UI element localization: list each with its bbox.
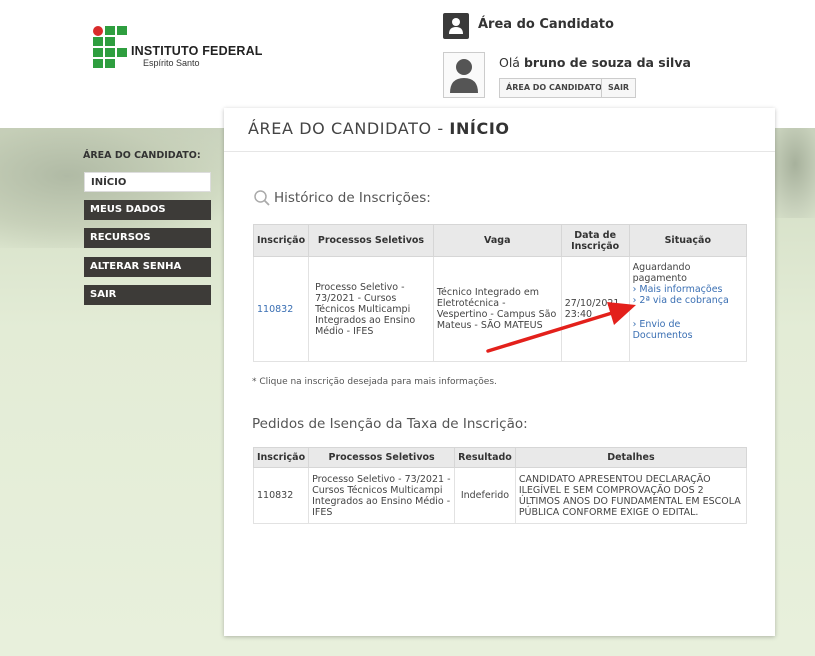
history-header-row: Inscrição Processos Seletivos Vaga Data …: [252, 224, 748, 257]
user-silhouette-icon: [443, 13, 469, 39]
page-title-bold: INÍCIO: [449, 119, 510, 138]
ex-resultado-cell: Indeferido: [454, 467, 516, 524]
envio-documentos-link[interactable]: › Envio de Documentos: [633, 319, 713, 341]
page-title: ÁREA DO CANDIDATO - INÍCIO: [248, 119, 510, 138]
main-panel: ÁREA DO CANDIDATO - INÍCIO Histórico de …: [224, 108, 775, 636]
data-cell: 27/10/2021 23:40: [560, 256, 630, 362]
col-processos: Processos Seletivos: [308, 224, 434, 257]
page-title-prefix: ÁREA DO CANDIDATO -: [248, 119, 450, 138]
avatar-placeholder-icon: [450, 59, 478, 93]
inscricao-link[interactable]: 110832: [252, 256, 310, 362]
search-icon: [254, 190, 270, 206]
user-name: bruno de souza da silva: [523, 55, 691, 70]
segunda-via-link[interactable]: › 2ª via de cobrança: [633, 295, 743, 306]
table-row[interactable]: 110832 Processo Seletivo - 73/2021 - Cur…: [252, 256, 748, 362]
area-candidate-heading: Área do Candidato: [478, 17, 614, 32]
sidebar-item-meus-dados[interactable]: MEUS DADOS: [84, 200, 211, 220]
mais-informacoes-link[interactable]: › Mais informações: [633, 284, 743, 295]
title-divider: [224, 151, 775, 152]
processo-cell: Processo Seletivo - 73/2021 - Cursos Téc…: [308, 256, 434, 362]
col-situacao: Situação: [628, 224, 748, 257]
col-ex-resultado: Resultado: [454, 447, 516, 468]
history-title: Histórico de Inscrições:: [274, 190, 431, 206]
sidebar-title: ÁREA DO CANDIDATO:: [83, 150, 201, 161]
avatar: [443, 52, 485, 98]
logo-text-institution: INSTITUTO FEDERAL: [131, 44, 263, 58]
col-ex-processos: Processos Seletivos: [308, 447, 456, 468]
exemption-title: Pedidos de Isenção da Taxa de Inscrição:: [252, 416, 528, 432]
logo-text-state: Espírito Santo: [143, 58, 200, 68]
table-row: 110832 Processo Seletivo - 73/2021 - Cur…: [252, 467, 748, 524]
sidebar-item-recursos[interactable]: RECURSOS: [84, 228, 211, 248]
ex-inscricao-cell: 110832: [252, 467, 310, 524]
logout-button[interactable]: SAIR: [601, 78, 637, 98]
click-note: * Clique na inscrição desejada para mais…: [252, 377, 497, 387]
col-vaga: Vaga: [432, 224, 562, 257]
area-candidate-button[interactable]: ÁREA DO CANDIDATO: [499, 78, 609, 98]
history-table: Inscrição Processos Seletivos Vaga Data …: [252, 224, 748, 362]
sidebar-item-sair[interactable]: SAIR: [84, 285, 211, 305]
vaga-cell: Técnico Integrado em Eletrotécnica - Ves…: [432, 256, 562, 362]
situacao-cell: Aguardando pagamento › Mais informações …: [628, 256, 748, 362]
sidebar-item-alterar-senha[interactable]: ALTERAR SENHA: [84, 257, 211, 277]
situacao-status: Aguardando pagamento: [632, 262, 691, 284]
greeting: Olá bruno de souza da silva: [499, 55, 691, 70]
greeting-prefix: Olá: [499, 55, 524, 70]
logo-grid-icon: [93, 26, 127, 68]
col-ex-inscricao: Inscrição: [252, 447, 310, 468]
ifes-logo[interactable]: INSTITUTO FEDERAL Espírito Santo: [93, 26, 263, 72]
col-ex-detalhes: Detalhes: [514, 447, 748, 468]
col-data: Data de Inscrição: [560, 224, 630, 257]
exemption-table: Inscrição Processos Seletivos Resultado …: [252, 447, 748, 524]
col-inscricao: Inscrição: [252, 224, 310, 257]
ex-detalhes-cell: CANDIDATO APRESENTOU DECLARAÇÃO ILEGÍVEL…: [514, 467, 748, 524]
exemption-header-row: Inscrição Processos Seletivos Resultado …: [252, 447, 748, 468]
sidebar-item-inicio[interactable]: INÍCIO: [84, 172, 211, 192]
ex-processo-cell: Processo Seletivo - 73/2021 - Cursos Téc…: [308, 467, 456, 524]
